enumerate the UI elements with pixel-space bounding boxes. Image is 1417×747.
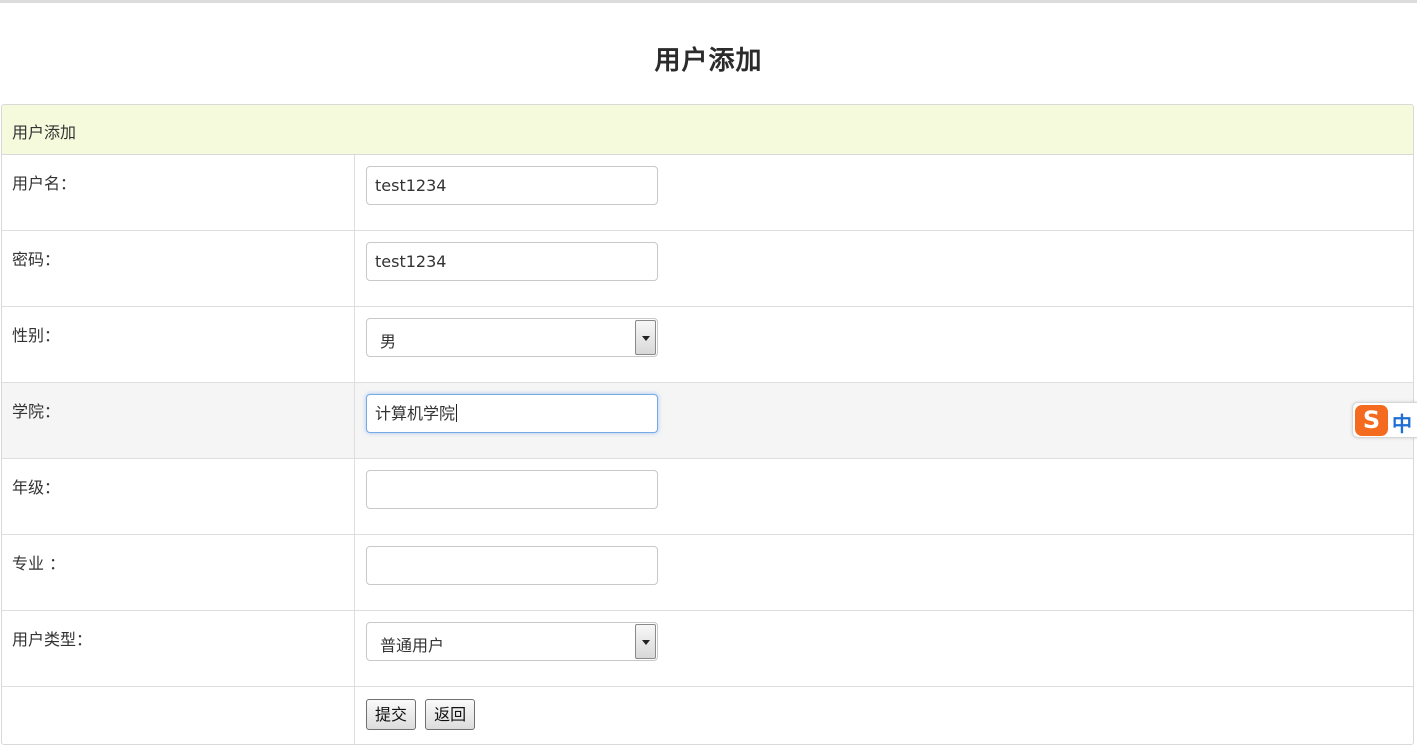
form-row-actions: 提交 返回	[2, 687, 1413, 744]
panel-header: 用户添加	[2, 105, 1413, 155]
grade-label: 年级：	[2, 459, 355, 534]
top-divider	[0, 0, 1417, 3]
college-cell: 计算机学院	[355, 383, 1413, 458]
password-input[interactable]: test1234	[366, 242, 658, 281]
form-row-user-type: 用户类型： 普通用户	[2, 611, 1413, 687]
user-type-cell: 普通用户	[355, 611, 1413, 686]
gender-selected-value: 男	[380, 332, 397, 351]
gender-cell: 男	[355, 307, 1413, 382]
grade-cell	[355, 459, 1413, 534]
actions-cell: 提交 返回	[355, 687, 1413, 744]
college-input[interactable]: 计算机学院	[366, 394, 658, 433]
form-row-major: 专业 ：	[2, 535, 1413, 611]
username-label: 用户名：	[2, 155, 355, 230]
grade-input[interactable]	[366, 470, 658, 509]
password-label: 密码：	[2, 231, 355, 306]
actions-label-cell	[2, 687, 355, 744]
major-cell	[355, 535, 1413, 610]
user-type-label: 用户类型：	[2, 611, 355, 686]
college-label: 学院：	[2, 383, 355, 458]
submit-button[interactable]: 提交	[366, 699, 417, 730]
chevron-down-icon[interactable]	[635, 320, 656, 355]
form-row-password: 密码： test1234	[2, 231, 1413, 307]
user-add-form: 用户添加 用户名： test1234 密码： test1234 性别： 男 学院…	[1, 104, 1414, 745]
text-caret	[456, 404, 458, 422]
username-cell: test1234	[355, 155, 1413, 230]
page-title: 用户添加	[654, 46, 763, 76]
sogou-ime-icon[interactable]: S	[1355, 405, 1388, 436]
form-row-username: 用户名： test1234	[2, 155, 1413, 231]
user-type-select[interactable]: 普通用户	[366, 622, 658, 661]
ime-mode-indicator[interactable]: 中	[1392, 408, 1412, 437]
major-input[interactable]	[366, 546, 658, 585]
form-row-grade: 年级：	[2, 459, 1413, 535]
back-button[interactable]: 返回	[425, 699, 476, 730]
form-row-college: 学院： 计算机学院	[2, 383, 1413, 459]
user-type-selected-value: 普通用户	[380, 636, 445, 655]
password-cell: test1234	[355, 231, 1413, 306]
college-input-value: 计算机学院	[375, 404, 456, 423]
gender-label: 性别：	[2, 307, 355, 382]
username-input[interactable]: test1234	[366, 166, 658, 205]
gender-select[interactable]: 男	[366, 318, 658, 357]
sogou-ime-toolbar[interactable]: S 中	[1352, 402, 1417, 438]
major-label: 专业 ：	[2, 535, 355, 610]
chevron-down-icon[interactable]	[635, 624, 656, 659]
form-row-gender: 性别： 男	[2, 307, 1413, 383]
